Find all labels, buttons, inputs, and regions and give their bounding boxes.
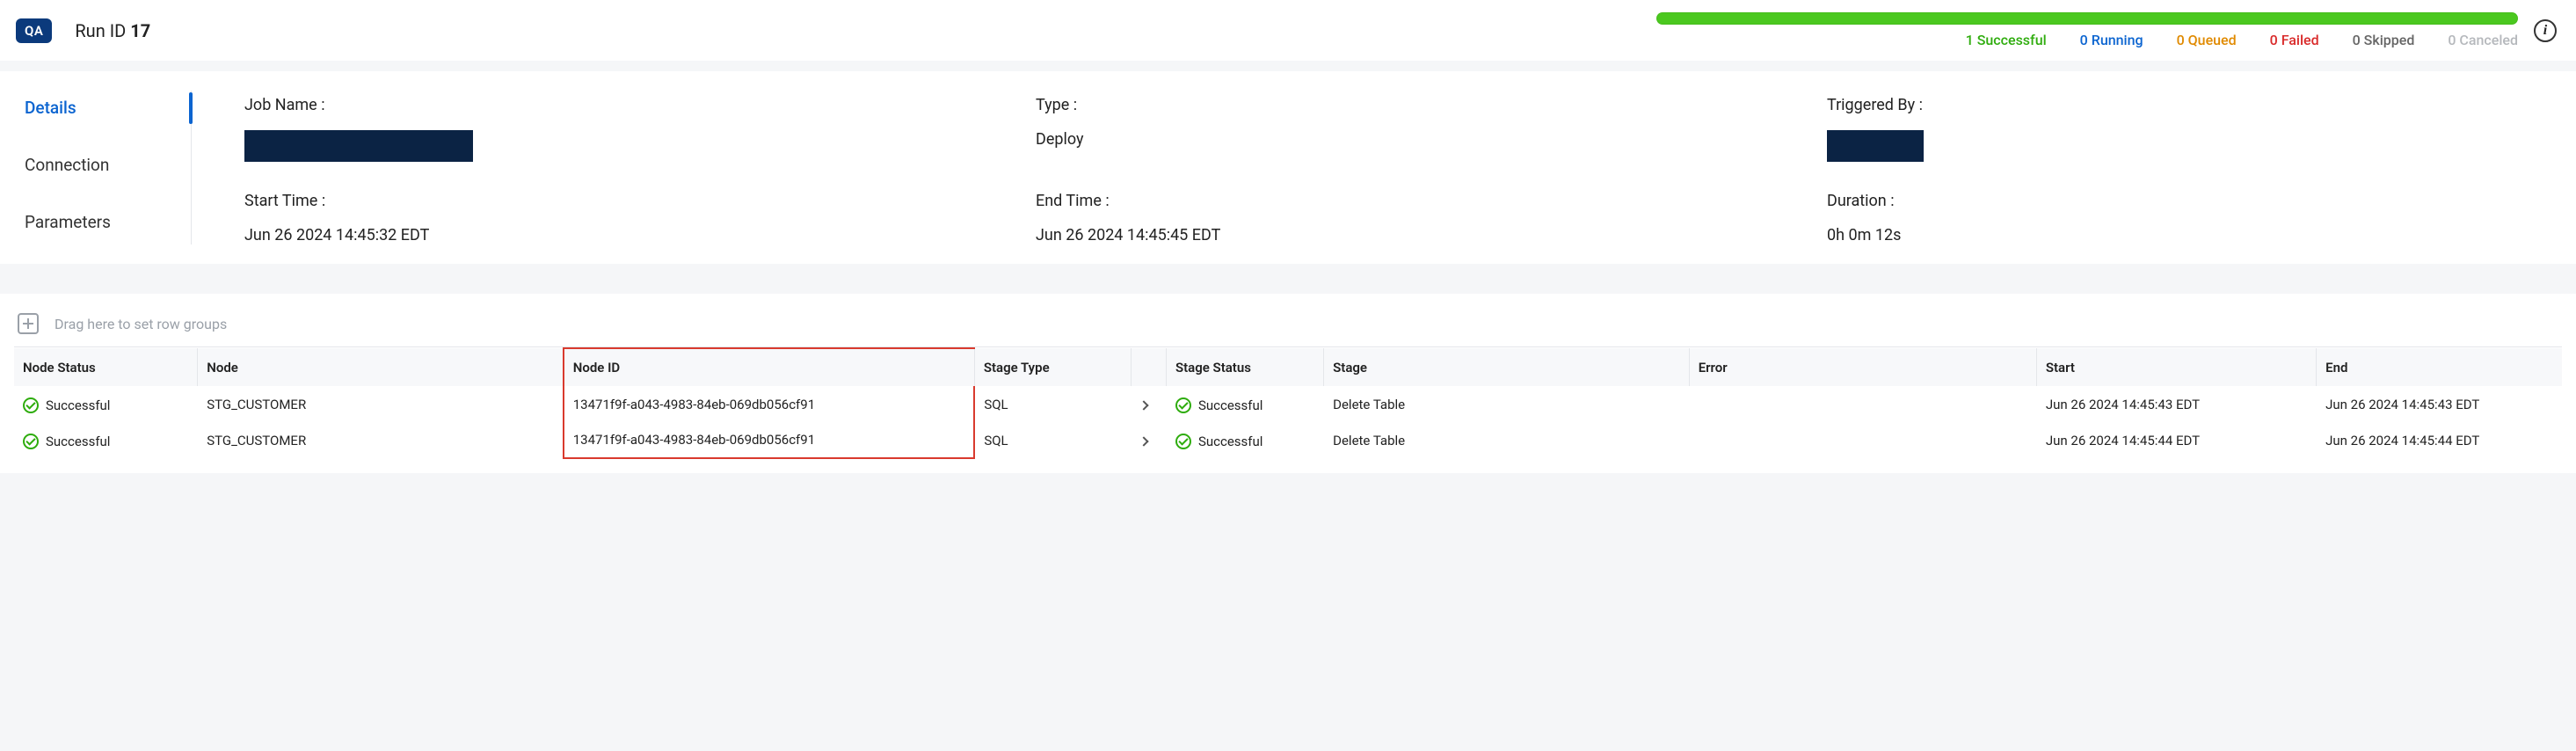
header-left: QA Run ID 17	[16, 18, 150, 43]
col-start[interactable]: Start	[2036, 348, 2316, 386]
cell-expand[interactable]	[1132, 386, 1167, 422]
value-job-name-redacted	[244, 130, 473, 162]
cell-stage: Delete Table	[1324, 386, 1690, 422]
value-type: Deploy	[1036, 130, 1827, 149]
env-badge: QA	[16, 18, 52, 43]
col-error[interactable]: Error	[1689, 348, 2036, 386]
field-triggered-by: Triggered By :	[1827, 96, 2354, 162]
cell-stage-status: Successful	[1166, 386, 1323, 422]
status-counters: 1 Successful 0 Running 0 Queued 0 Failed…	[1966, 32, 2518, 48]
panel-sidebar: Details Connection Parameters	[25, 91, 192, 244]
chevron-right-icon	[1139, 436, 1148, 446]
value-end-time: Jun 26 2024 14:45:45 EDT	[1036, 226, 1827, 244]
cell-node-status: Successful	[14, 386, 198, 422]
tab-parameters[interactable]: Parameters	[25, 212, 182, 232]
table-body: Successful STG_CUSTOMER 13471f9f-a043-49…	[14, 386, 2562, 458]
count-successful[interactable]: 1 Successful	[1966, 32, 2047, 48]
field-type: Type : Deploy	[1036, 96, 1827, 162]
cell-node-id: 13471f9f-a043-4983-84eb-069db056cf91	[564, 386, 975, 422]
cell-node-status: Successful	[14, 422, 198, 458]
col-stage-status[interactable]: Stage Status	[1166, 348, 1323, 386]
details-grid: Job Name : Type : Deploy Triggered By : …	[244, 91, 2354, 244]
group-hint-text: Drag here to set row groups	[55, 316, 227, 332]
table-row[interactable]: Successful STG_CUSTOMER 13471f9f-a043-49…	[14, 422, 2562, 458]
col-stage[interactable]: Stage	[1324, 348, 1690, 386]
count-canceled[interactable]: 0 Canceled	[2448, 32, 2518, 48]
label-job-name: Job Name :	[244, 96, 1036, 114]
cell-stage: Delete Table	[1324, 422, 1690, 458]
label-end-time: End Time :	[1036, 192, 1827, 210]
field-duration: Duration : 0h 0m 12s	[1827, 192, 2354, 244]
cell-stage-type: SQL	[974, 386, 1131, 422]
cell-node-status-text: Successful	[46, 434, 110, 449]
col-stage-type[interactable]: Stage Type	[974, 348, 1131, 386]
cell-stage-type: SQL	[974, 422, 1131, 458]
run-id: Run ID 17	[75, 20, 150, 41]
cell-start: Jun 26 2024 14:45:43 EDT	[2036, 386, 2316, 422]
check-icon	[1175, 434, 1191, 449]
cell-error	[1689, 422, 2036, 458]
col-end[interactable]: End	[2317, 348, 2562, 386]
cell-stage-status: Successful	[1166, 422, 1323, 458]
label-start-time: Start Time :	[244, 192, 1036, 210]
tab-details[interactable]: Details	[25, 98, 182, 118]
label-type: Type :	[1036, 96, 1827, 114]
cell-node: STG_CUSTOMER	[198, 422, 564, 458]
row-group-dropzone[interactable]: Drag here to set row groups	[14, 308, 2562, 347]
details-panel: Details Connection Parameters Job Name :…	[0, 71, 2576, 264]
cell-node-id: 13471f9f-a043-4983-84eb-069db056cf91	[564, 422, 975, 458]
header-right: 1 Successful 0 Running 0 Queued 0 Failed…	[1656, 12, 2557, 48]
count-running[interactable]: 0 Running	[2080, 32, 2143, 48]
check-icon	[23, 434, 39, 449]
run-id-label: Run ID	[75, 20, 126, 41]
cell-stage-status-text: Successful	[1198, 434, 1263, 449]
info-icon[interactable]: i	[2534, 19, 2557, 42]
run-id-value: 17	[130, 20, 150, 41]
value-start-time: Jun 26 2024 14:45:32 EDT	[244, 226, 1036, 244]
cell-node: STG_CUSTOMER	[198, 386, 564, 422]
cell-error	[1689, 386, 2036, 422]
cell-end: Jun 26 2024 14:45:44 EDT	[2317, 422, 2562, 458]
results-panel: Drag here to set row groups Node Status …	[0, 294, 2576, 473]
table-head: Node Status Node Node ID Stage Type Stag…	[14, 348, 2562, 386]
col-node[interactable]: Node	[198, 348, 564, 386]
field-job-name: Job Name :	[244, 96, 1036, 162]
label-triggered-by: Triggered By :	[1827, 96, 2354, 114]
group-icon	[18, 313, 39, 334]
tab-connection[interactable]: Connection	[25, 155, 182, 175]
field-start-time: Start Time : Jun 26 2024 14:45:32 EDT	[244, 192, 1036, 244]
field-end-time: End Time : Jun 26 2024 14:45:45 EDT	[1036, 192, 1827, 244]
cell-start: Jun 26 2024 14:45:44 EDT	[2036, 422, 2316, 458]
chevron-right-icon	[1139, 400, 1148, 410]
check-icon	[1175, 397, 1191, 413]
col-node-id[interactable]: Node ID	[564, 348, 975, 386]
value-duration: 0h 0m 12s	[1827, 226, 2354, 244]
check-icon	[23, 397, 39, 413]
cell-expand[interactable]	[1132, 422, 1167, 458]
count-failed[interactable]: 0 Failed	[2270, 32, 2319, 48]
count-skipped[interactable]: 0 Skipped	[2353, 32, 2415, 48]
table-row[interactable]: Successful STG_CUSTOMER 13471f9f-a043-49…	[14, 386, 2562, 422]
col-node-status[interactable]: Node Status	[14, 348, 198, 386]
cell-end: Jun 26 2024 14:45:43 EDT	[2317, 386, 2562, 422]
count-queued[interactable]: 0 Queued	[2177, 32, 2237, 48]
value-triggered-by-redacted	[1827, 130, 1924, 162]
cell-stage-status-text: Successful	[1198, 397, 1263, 413]
run-header: QA Run ID 17 1 Successful 0 Running 0 Qu…	[0, 0, 2576, 61]
cell-node-status-text: Successful	[46, 397, 110, 413]
results-table: Node Status Node Node ID Stage Type Stag…	[14, 347, 2562, 459]
progress-bar	[1656, 12, 2518, 25]
label-duration: Duration :	[1827, 192, 2354, 210]
col-expand	[1132, 348, 1167, 386]
status-summary: 1 Successful 0 Running 0 Queued 0 Failed…	[1656, 12, 2518, 48]
